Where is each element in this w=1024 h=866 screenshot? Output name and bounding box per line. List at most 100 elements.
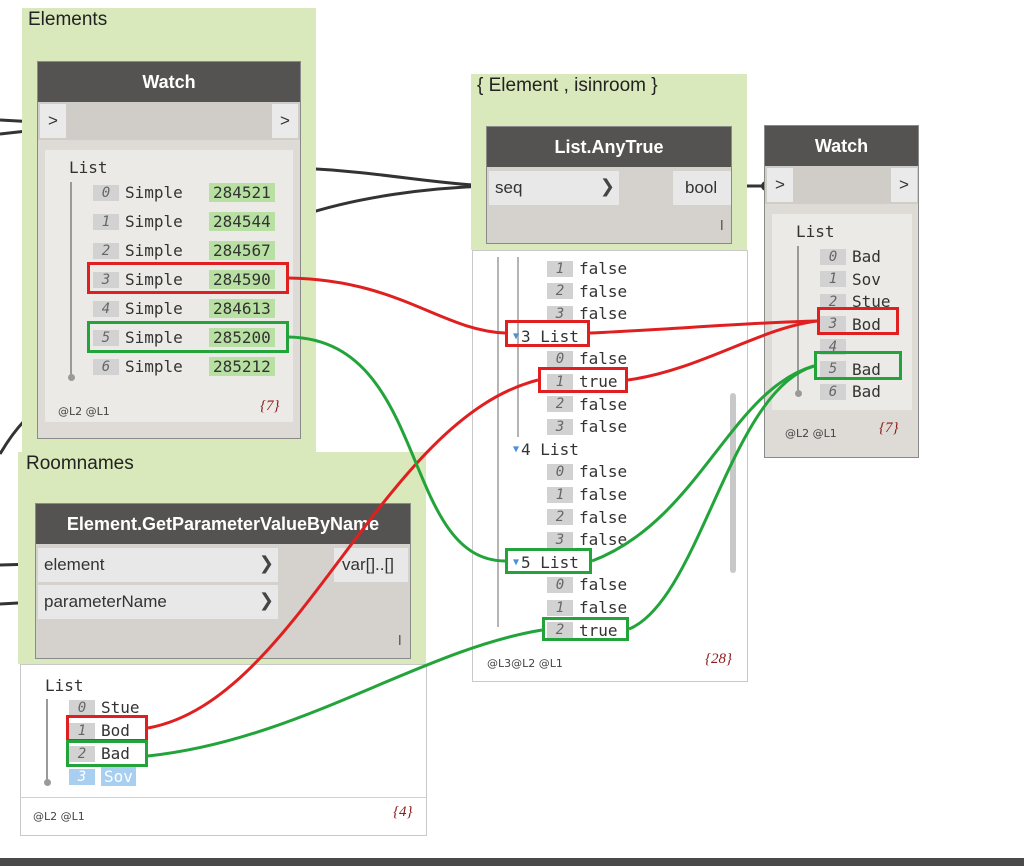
list-item: 0 Simple 284521 <box>93 182 275 202</box>
highlight-box-red <box>817 307 899 335</box>
watch-node-elements[interactable]: Watch > > List 0 Simple 284521 1 Simple 28454… <box>37 61 301 439</box>
item-index: 2 <box>547 283 573 300</box>
item-count: {28} <box>705 651 732 667</box>
list-item: 0 false <box>547 348 627 368</box>
highlight-box-red <box>87 262 289 294</box>
item-value: Sov <box>852 269 881 289</box>
list-item: 4 Simple 284613 <box>93 298 275 318</box>
item-value: 285212 <box>209 357 275 376</box>
seq-port[interactable]: seq ❯ <box>489 171 619 205</box>
item-value: Sov <box>101 767 136 786</box>
item-index: 1 <box>93 213 119 230</box>
input-port[interactable]: > <box>40 104 66 138</box>
item-type: Simple <box>125 183 183 202</box>
preview-footer: @L3@L2 @L1 <box>487 657 563 670</box>
item-value: false <box>579 394 628 414</box>
list-anytrue-node[interactable]: List.AnyTrue seq ❯ bool l <box>486 126 732 244</box>
highlight-box-green <box>66 740 148 767</box>
item-index: 2 <box>547 509 573 526</box>
list-label: List <box>69 158 108 177</box>
item-value: false <box>579 485 628 504</box>
parametername-port[interactable]: parameterName ❯ <box>38 585 278 619</box>
item-count: {4} <box>393 804 413 820</box>
get-parameter-node[interactable]: Element.GetParameterValueByName element … <box>35 503 411 659</box>
item-index: 6 <box>820 383 846 400</box>
list-item: 3 Sov <box>69 766 136 786</box>
watch-footer: @L2 @L1 <box>785 427 837 440</box>
item-value: false <box>579 598 628 617</box>
list-label: List <box>45 676 84 695</box>
highlight-box-red <box>66 715 148 742</box>
highlight-box-red <box>538 367 628 393</box>
scrollbar[interactable] <box>730 393 736 573</box>
list-item: 1 Sov <box>820 269 881 289</box>
item-value: false <box>579 349 628 369</box>
highlight-box-green <box>814 351 902 380</box>
item-value: Bad <box>852 382 881 401</box>
item-index: 1 <box>547 486 573 503</box>
list-item: 0 Stue <box>69 697 140 717</box>
list-item: 1 false <box>547 597 627 617</box>
input-port[interactable]: > <box>767 168 793 202</box>
output-port[interactable]: > <box>272 104 298 138</box>
list-item: 6 Bad <box>820 381 881 401</box>
highlight-box-green <box>87 321 289 353</box>
highlight-box-green <box>542 617 629 641</box>
node-title: List.AnyTrue <box>487 127 731 167</box>
item-index: 0 <box>93 184 119 201</box>
item-value: 284521 <box>209 183 275 202</box>
list-item: 0 false <box>547 574 627 594</box>
chevron-right-icon: ❯ <box>599 176 615 197</box>
bottom-divider <box>0 858 1024 866</box>
output-port[interactable]: > <box>891 168 917 202</box>
item-value: 284544 <box>209 212 275 231</box>
item-value: false <box>579 281 628 301</box>
list-item: 3 false <box>547 416 627 436</box>
collapse-triangle-icon[interactable]: ▼ <box>513 444 519 455</box>
item-value: false <box>579 530 628 550</box>
list-item: 0 false <box>547 461 627 481</box>
item-type: Simple <box>125 241 183 260</box>
highlight-box-green <box>505 548 592 574</box>
bool-port[interactable]: bool <box>673 171 731 205</box>
watch-node-roomnames[interactable]: Watch > > List 0 Bad 1 Sov 2 Stue 3 Bod 4 5 Bad 6 Ba… <box>764 125 919 458</box>
group-title: Elements <box>28 9 108 30</box>
item-type: Simple <box>125 212 183 231</box>
node-title: Watch <box>765 126 918 166</box>
watch-footer: @L2 @L1 <box>58 405 110 418</box>
group-title: { Element , isinroom } <box>477 75 658 96</box>
item-index: 3 <box>69 768 95 785</box>
sublist-label: 4 List <box>521 439 579 459</box>
sublist-header[interactable]: ▼ 4 List <box>513 439 579 459</box>
item-value: Bad <box>852 247 881 266</box>
item-index: 1 <box>820 271 846 287</box>
node-title: Watch <box>38 62 300 102</box>
list-item: 2 Simple 284567 <box>93 240 275 260</box>
group-title: Roomnames <box>26 453 134 474</box>
lacing-indicator: l <box>720 219 724 234</box>
item-index: 1 <box>547 260 573 277</box>
item-type: Simple <box>125 299 183 318</box>
list-item: 2 false <box>547 281 627 301</box>
item-index: 3 <box>547 418 573 435</box>
item-value: false <box>579 417 628 437</box>
item-index: 1 <box>547 599 573 616</box>
list-item: 2 false <box>547 394 627 414</box>
item-index: 2 <box>93 242 119 259</box>
output-port[interactable]: var[]..[] <box>334 548 408 582</box>
wire-watch-to-seq-1 <box>299 166 487 188</box>
item-value: false <box>579 507 628 527</box>
item-value: 284613 <box>209 299 275 318</box>
chevron-right-icon: ❯ <box>258 590 274 611</box>
item-index: 0 <box>547 576 573 593</box>
list-item: 1 false <box>547 484 627 504</box>
element-port[interactable]: element ❯ <box>38 548 278 582</box>
item-index: 0 <box>547 463 573 480</box>
list-item: 0 Bad <box>820 246 881 266</box>
item-index: 2 <box>547 396 573 413</box>
list-label: List <box>796 222 835 241</box>
item-index: 4 <box>93 300 119 317</box>
highlight-box-red <box>505 320 590 347</box>
list-item: 1 false <box>547 258 627 278</box>
item-index: 6 <box>93 358 119 375</box>
